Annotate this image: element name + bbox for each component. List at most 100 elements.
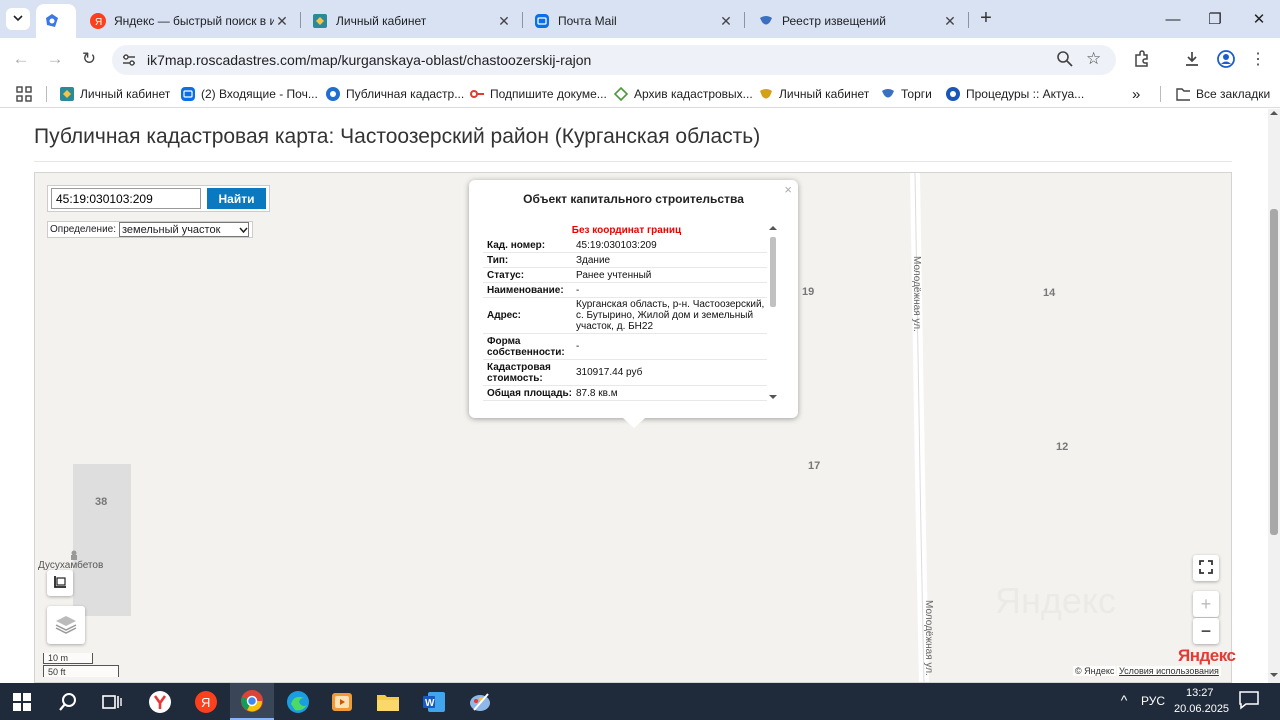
chrome-icon[interactable] [230, 683, 274, 720]
apps-grid-icon[interactable] [16, 86, 32, 102]
eagle-icon [758, 13, 774, 29]
table-row: Общая площадь: 87.8 кв.м [483, 386, 767, 401]
tab-lichnyi-kabinet[interactable]: Личный кабинет ✕ [304, 4, 520, 38]
fullscreen-button[interactable] [1193, 555, 1219, 581]
row-value: 310917.44 руб [576, 367, 643, 378]
scale-meters: 10 m [43, 653, 93, 664]
menu-kebab-icon[interactable]: ⋮ [1250, 49, 1266, 69]
eagle-icon [881, 87, 895, 101]
find-button[interactable]: Найти [207, 188, 266, 209]
forward-icon[interactable]: → [42, 46, 68, 72]
word-icon[interactable]: W [412, 683, 456, 720]
row-key: Тип: [487, 254, 509, 266]
key-icon [470, 87, 484, 101]
bookmark-procedures[interactable]: Процедуры :: Актуа... [946, 86, 1084, 102]
mail-icon [181, 87, 195, 101]
page-scrollbar[interactable] [1268, 109, 1280, 683]
layers-icon [55, 614, 77, 637]
close-icon[interactable]: ✕ [496, 13, 512, 30]
row-key: Общая площадь: [487, 387, 573, 399]
parcel-label[interactable]: 12 [1056, 441, 1068, 453]
new-tab-button[interactable]: + [976, 8, 996, 28]
bookmark-sign-docs[interactable]: Подпишите докуме... [470, 86, 607, 102]
definition-select[interactable]: земельный участок [119, 222, 250, 237]
svg-text:Я: Я [95, 17, 102, 28]
language-indicator[interactable]: РУС [1141, 694, 1165, 708]
reload-icon[interactable]: ↻ [76, 46, 102, 72]
parcel-label[interactable]: 17 [808, 460, 820, 472]
paint-app-icon[interactable] [458, 683, 502, 720]
bookmark-label: Личный кабинет [779, 87, 870, 101]
definition-bar: Определение: земельный участок [47, 221, 253, 238]
download-icon[interactable] [1182, 49, 1202, 69]
table-row: Кадастровая стоимость: 310917.44 руб [483, 360, 767, 386]
parcel-label[interactable]: 14 [1043, 287, 1055, 299]
clock-time[interactable]: 13:27 [1186, 687, 1214, 699]
tab-new-active[interactable] [36, 4, 76, 38]
tab-search-button[interactable] [6, 8, 30, 30]
table-row: Статус: Ранее учтенный [483, 268, 767, 283]
chevron-up-icon[interactable]: ^ [1116, 692, 1132, 708]
notifications-icon[interactable] [1238, 690, 1260, 710]
bookmark-label: Публичная кадастр... [346, 87, 465, 101]
task-view-icon[interactable] [90, 683, 134, 720]
popup-attributes-table: Кад. номер: 45:19:030103:209 Тип: Здание С… [483, 238, 767, 401]
layers-button[interactable] [47, 606, 85, 644]
tab-yandex[interactable]: Я Яндекс — быстрый поиск в ин ✕ [82, 4, 298, 38]
zoom-in-button[interactable]: + [1193, 591, 1219, 617]
cadastral-search-input[interactable]: 45:19:030103:209 [51, 188, 201, 209]
table-row: Форма собственности: - [483, 334, 767, 360]
close-icon[interactable]: ✕ [274, 13, 290, 30]
media-player-icon[interactable] [320, 683, 364, 720]
table-row: Тип: Здание [483, 253, 767, 268]
popup-close-icon[interactable]: × [784, 182, 792, 197]
bookmark-public-map[interactable]: Публичная кадастр... [326, 86, 464, 102]
popup-scrollbar[interactable] [768, 225, 778, 405]
tab-mail[interactable]: Почта Mail ✕ [526, 4, 742, 38]
map-copyright: © Яндекс [1073, 666, 1117, 676]
zoom-out-button[interactable]: − [1193, 618, 1219, 644]
close-icon[interactable]: ✕ [942, 13, 958, 30]
bookmark-torgi[interactable]: Торги [881, 86, 932, 102]
tab-reestr[interactable]: Реестр извещений ✕ [750, 4, 966, 38]
table-row: Адрес: Курганская область, р-н. Частоозер… [483, 298, 767, 334]
file-explorer-icon[interactable] [366, 683, 410, 720]
close-window-button[interactable]: ✕ [1236, 4, 1280, 34]
parcel-label[interactable]: 19 [802, 286, 814, 298]
tab-label: Реестр извещений [782, 14, 886, 28]
bookmark-lichnyi-kabinet[interactable]: Личный кабинет [60, 86, 170, 102]
row-value: - [576, 284, 580, 296]
globe-icon [326, 87, 340, 101]
extensions-icon[interactable] [1132, 49, 1152, 69]
close-icon[interactable]: ✕ [718, 13, 734, 30]
bookmark-archive[interactable]: Архив кадастровых... [614, 86, 753, 102]
bookmarks-more-button[interactable]: » [1132, 86, 1140, 103]
emblem-icon [759, 87, 773, 101]
bookmark-label: Личный кабинет [80, 87, 171, 101]
search-icon[interactable] [46, 683, 90, 720]
windows-start-icon[interactable] [0, 683, 44, 720]
yandex-icon[interactable]: Я [184, 683, 228, 720]
site-info-icon[interactable] [120, 51, 138, 69]
folder-icon [1176, 87, 1190, 101]
minimize-button[interactable]: — [1150, 4, 1196, 34]
all-bookmarks-button[interactable]: Все закладки [1176, 86, 1270, 102]
terms-link[interactable]: Условия использования [1117, 666, 1221, 676]
profile-icon[interactable] [1216, 49, 1236, 69]
clock-date[interactable]: 20.06.2025 [1174, 703, 1229, 715]
yandex-browser-icon[interactable] [138, 683, 182, 720]
parcel-label[interactable]: 38 [95, 496, 107, 508]
row-key: Статус: [487, 269, 525, 281]
zoom-search-icon[interactable] [1056, 50, 1074, 68]
edge-icon[interactable] [276, 683, 320, 720]
ruler-button[interactable] [47, 570, 73, 596]
definition-label: Определение: [50, 224, 117, 235]
bookmark-lichnyi-kabinet-2[interactable]: Личный кабинет [759, 86, 869, 102]
restore-button[interactable]: ❐ [1192, 4, 1238, 34]
row-value: 87.8 кв.м [576, 387, 618, 399]
url-text[interactable]: ik7map.roscadastres.com/map/kurganskaya-… [147, 52, 591, 68]
bookmark-inbox[interactable]: (2) Входящие - Поч... [181, 86, 318, 102]
bookmark-star-icon[interactable]: ☆ [1086, 49, 1104, 68]
back-icon[interactable]: ← [8, 46, 34, 72]
street-label: Молодёжная ул. [911, 256, 922, 332]
